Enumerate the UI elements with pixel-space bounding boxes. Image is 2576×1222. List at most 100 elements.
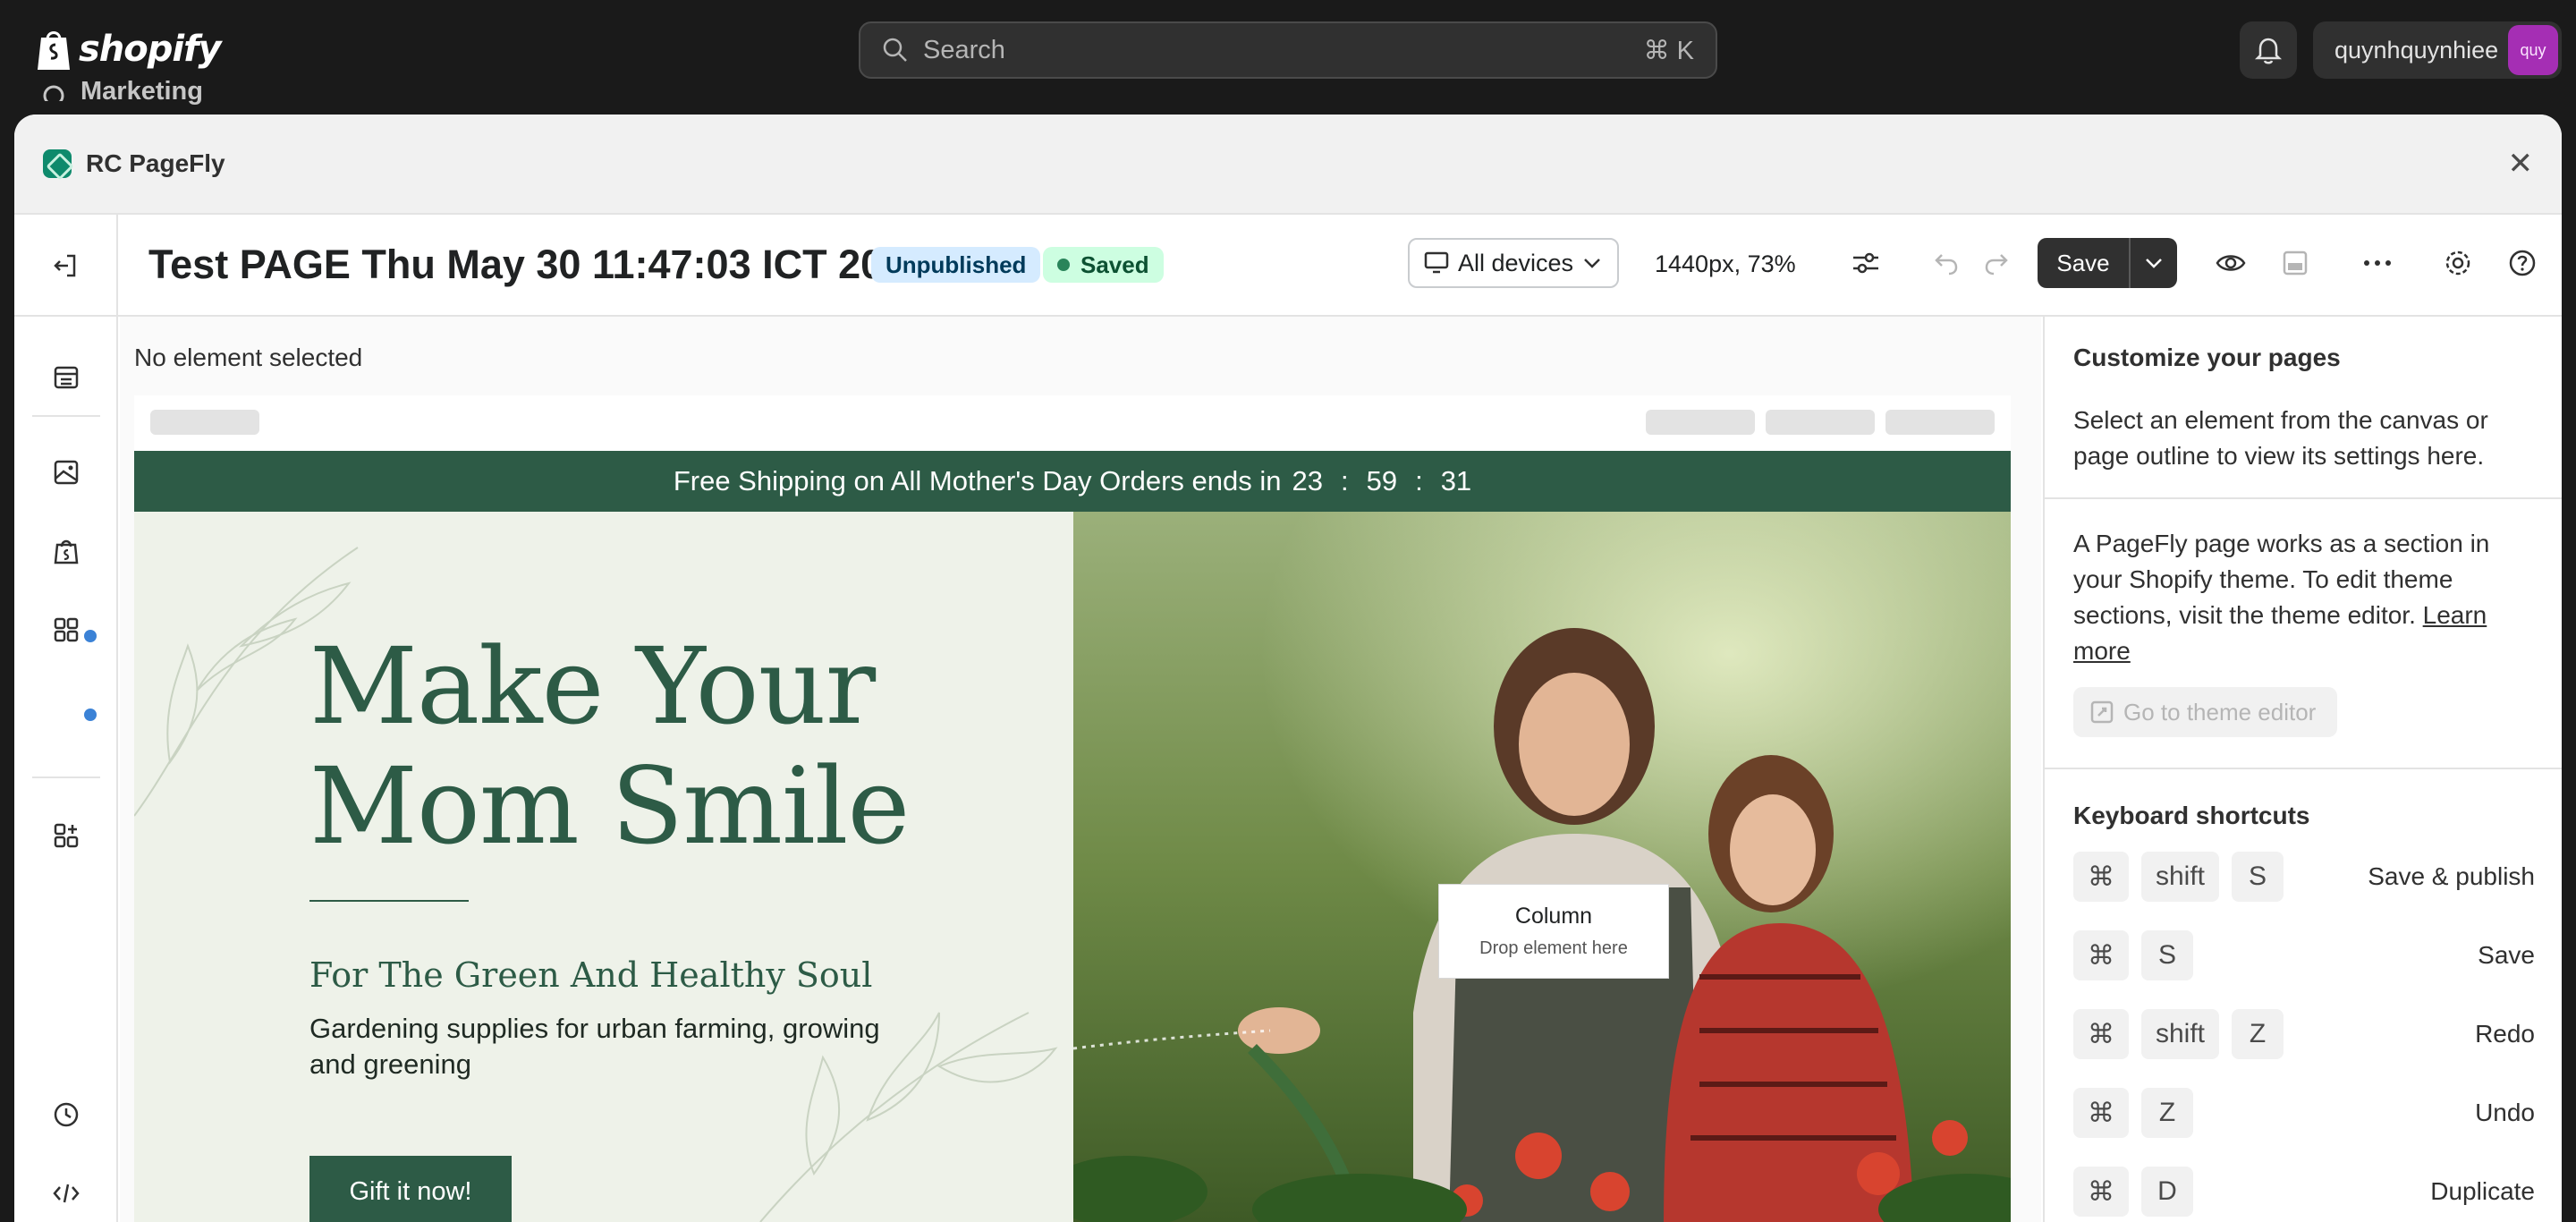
saved-badge-label: Saved (1080, 250, 1149, 278)
panel-instruction: Select an element from the canvas or pag… (2073, 406, 2488, 470)
hero-title-line: Make Your (309, 624, 876, 748)
shortcut-row: ⌘ shift Z Redo (2073, 995, 2535, 1073)
help-icon[interactable] (2506, 247, 2538, 279)
viewport-zoom[interactable]: 1440px, 73% (1655, 250, 1796, 278)
shopify-wordmark: shopify (79, 29, 222, 70)
modal-title: RC PageFly (86, 149, 225, 177)
editor-canvas[interactable]: No element selected Free Shipping on All… (120, 317, 2041, 1222)
shortcut-key: ⌘ (2073, 930, 2129, 980)
sidebar-item-label: Marketing (80, 77, 203, 106)
hero-subtitle[interactable]: For The Green And Healthy Soul (309, 955, 872, 995)
settings-icon[interactable] (2442, 247, 2474, 279)
selection-status: No element selected (134, 344, 363, 371)
marketing-icon (43, 85, 64, 101)
shortcut-label: Redo (2475, 1020, 2535, 1048)
promo-banner[interactable]: Free Shipping on All Mother's Day Orders… (134, 451, 2011, 512)
panel-heading: Customize your pages (2073, 344, 2341, 371)
device-select[interactable]: All devices (1408, 238, 1619, 288)
hero-title[interactable]: Make Your Mom Smile (309, 624, 910, 866)
shortcut-key: shift (2141, 852, 2220, 902)
more-icon[interactable] (2361, 247, 2394, 279)
shortcuts-heading: Keyboard shortcuts (2073, 802, 2310, 829)
shortcut-label: Save (2478, 941, 2535, 969)
page-preview[interactable]: Free Shipping on All Mother's Day Orders… (134, 395, 2011, 1222)
shopify-logo[interactable]: shopify (34, 25, 222, 73)
code-icon[interactable] (52, 1179, 80, 1208)
hero-text-column[interactable]: Make Your Mom Smile For The Green And He… (134, 512, 1073, 1222)
search-icon (883, 38, 907, 62)
notifications-button[interactable] (2240, 21, 2297, 79)
image-library-icon[interactable] (52, 458, 80, 487)
save-options-button[interactable] (2131, 238, 2177, 288)
left-rail (14, 317, 118, 1222)
countdown-minutes: 59 (1366, 465, 1398, 496)
element-add-icon[interactable] (52, 821, 80, 850)
hero-divider (309, 900, 469, 902)
shortcut-key: S (2141, 930, 2193, 980)
shortcut-row: ⌘ Z Undo (2073, 1073, 2535, 1152)
rail-divider (32, 776, 100, 778)
sliders-icon[interactable] (1850, 247, 1882, 279)
shortcut-key: ⌘ (2073, 852, 2129, 902)
hero-description[interactable]: Gardening supplies for urban farming, gr… (309, 1011, 918, 1082)
bell-icon (2255, 38, 2282, 64)
page-outline-icon[interactable] (52, 363, 80, 392)
shortcut-key: Z (2141, 1088, 2193, 1138)
shortcut-key: Z (2232, 1009, 2284, 1059)
theme-note: A PageFly page works as a section in you… (2073, 526, 2535, 669)
shopify-bag-logo-icon (38, 31, 70, 70)
eye-icon[interactable] (2215, 247, 2247, 279)
drop-hint: Drop element here (1479, 938, 1628, 958)
page-title[interactable]: Test PAGE Thu May 30 11:47:03 ICT 2024 (148, 242, 928, 288)
exit-icon (54, 254, 76, 277)
shopify-bag-icon[interactable] (52, 537, 80, 565)
history-icon[interactable] (52, 1100, 80, 1129)
shortcut-key: D (2141, 1167, 2193, 1217)
gift-cta-button[interactable]: Gift it now! (309, 1156, 512, 1222)
skeleton-placeholder (1646, 410, 1755, 435)
countdown-seconds: 31 (1440, 465, 1472, 496)
split-view-icon[interactable] (2279, 247, 2311, 279)
search-placeholder: Search (923, 35, 1005, 64)
redo-icon[interactable] (1980, 247, 2012, 279)
hero-image-column[interactable] (1073, 512, 2011, 1222)
undo-icon[interactable] (1930, 247, 1962, 279)
editor-toolbar: Test PAGE Thu May 30 11:47:03 ICT 2024 U… (14, 215, 2562, 317)
notification-dot (84, 709, 97, 721)
close-icon[interactable]: ✕ (2508, 146, 2534, 182)
saved-badge: Saved (1043, 247, 1164, 283)
chevron-down-icon (1584, 259, 1600, 268)
shortcut-row: ⌘ D Duplicate (2073, 1152, 2535, 1222)
go-to-theme-editor-button[interactable]: Go to theme editor (2073, 687, 2338, 737)
shortcut-row: ⌘ shift S Save & publish (2073, 837, 2535, 916)
shortcut-key: S (2232, 852, 2284, 902)
save-button[interactable]: Save (2038, 238, 2131, 288)
exit-editor-button[interactable] (14, 215, 118, 317)
account-menu-button[interactable]: quynhquynhiee quy (2313, 21, 2562, 79)
promo-text: Free Shipping on All Mother's Day Orders… (673, 465, 1282, 496)
saved-dot-icon (1057, 259, 1070, 271)
skeleton-placeholder (1885, 410, 1995, 435)
modal-header: RC PageFly ✕ (14, 115, 2562, 215)
sidebar-item-marketing: Marketing (39, 77, 203, 106)
column-drop-zone[interactable]: Column Drop element here (1438, 884, 1669, 979)
pagefly-modal: RC PageFly ✕ Test PAGE Thu May 30 11:47:… (14, 115, 2562, 1222)
shortcut-key: ⌘ (2073, 1009, 2129, 1059)
theme-editor-icon (2090, 700, 2114, 724)
settings-panel: Customize your pages Select an element f… (2043, 317, 2562, 1222)
chevron-down-icon (2146, 259, 2162, 268)
customize-section: Customize your pages Select an element f… (2045, 317, 2562, 499)
shortcut-label: Undo (2475, 1099, 2535, 1126)
shortcut-key: ⌘ (2073, 1088, 2129, 1138)
theme-button-label: Go to theme editor (2123, 698, 2317, 726)
apps-grid-icon[interactable] (52, 615, 80, 644)
search-input[interactable]: Search ⌘ K (859, 21, 1717, 79)
column-label: Column (1514, 904, 1593, 929)
avatar: quy (2508, 25, 2558, 75)
status-badge: Unpublished (871, 247, 1041, 283)
shopify-topbar: shopify Search ⌘ K quynhquynhiee quy Mar… (0, 0, 2576, 106)
countdown-separator: : (1340, 465, 1349, 496)
shortcuts-section: Keyboard shortcuts ⌘ shift S Save & publish… (2045, 769, 2562, 1222)
hero-photo (1073, 512, 2011, 1222)
skeleton-placeholder (1766, 410, 1875, 435)
